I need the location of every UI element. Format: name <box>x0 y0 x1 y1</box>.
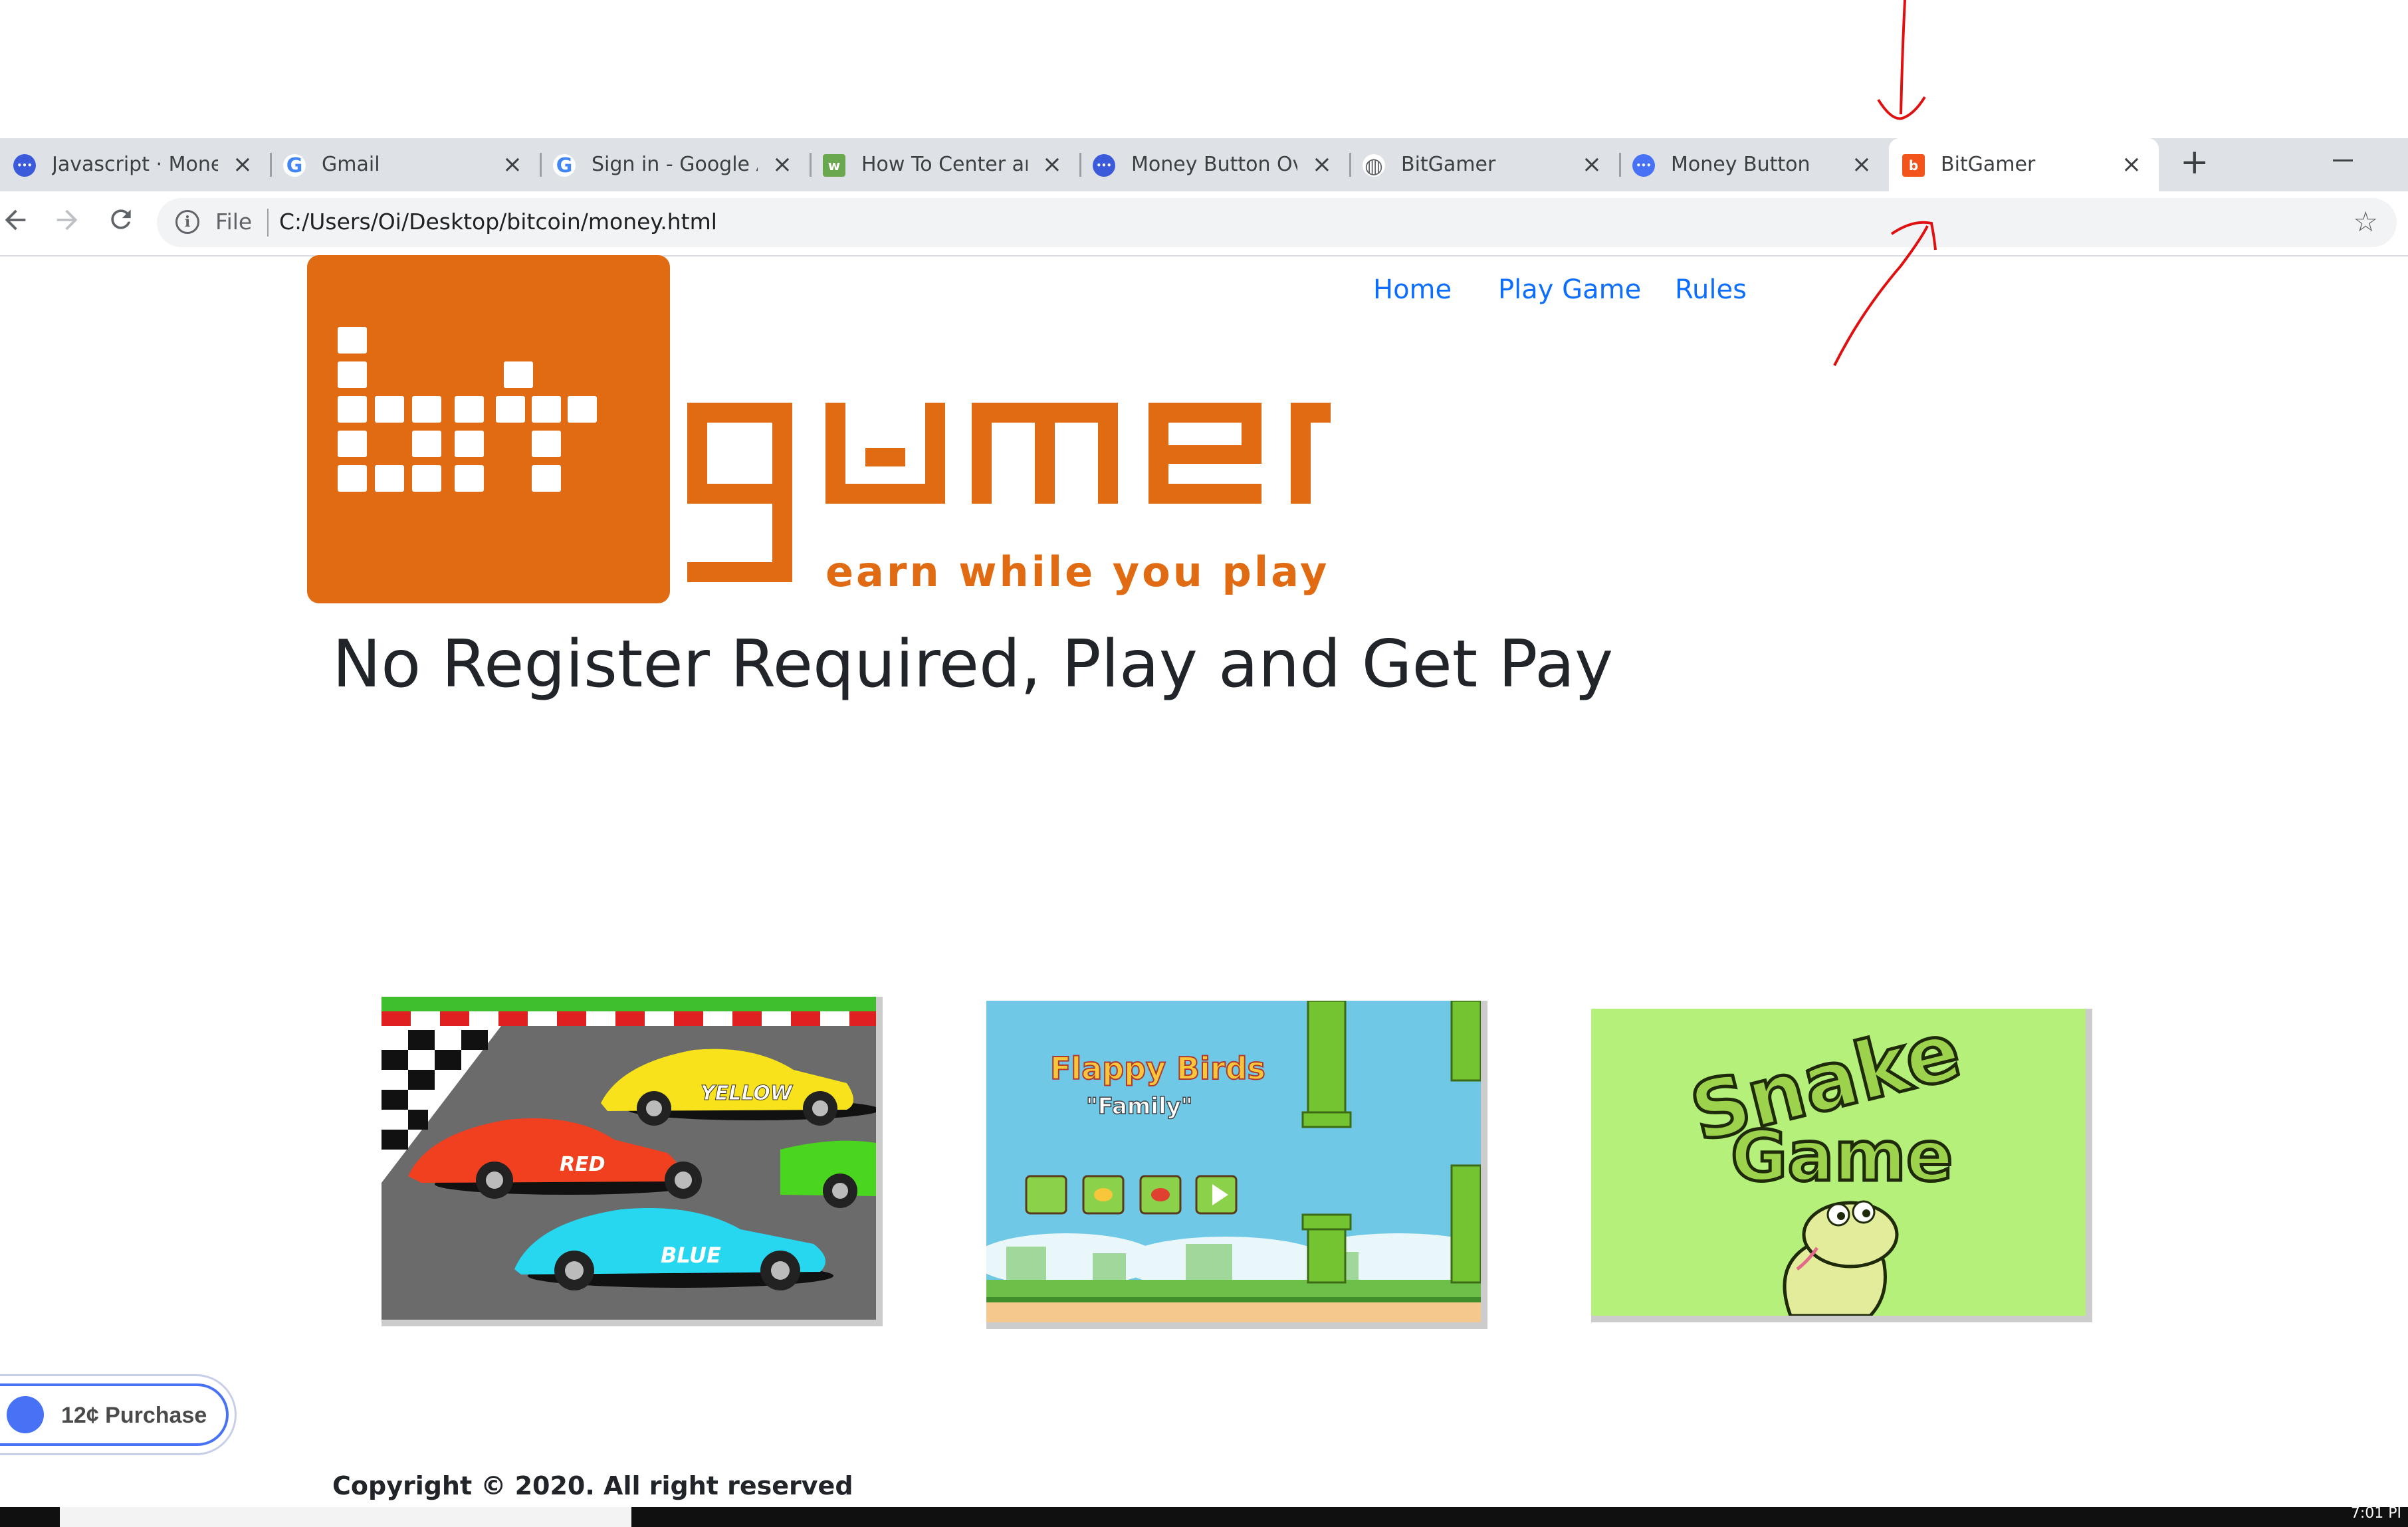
tab-1[interactable]: G Gmail × <box>270 138 540 191</box>
tab-separator <box>270 153 272 177</box>
taskbar: 7:01 PI <box>0 1505 2408 1527</box>
close-icon[interactable]: × <box>1852 150 1872 179</box>
copyright-text: Copyright © 2020. All right reserved <box>332 1471 853 1500</box>
moneybutton-icon <box>7 1396 44 1433</box>
close-icon[interactable]: × <box>1312 150 1332 179</box>
game-card-flappy-birds[interactable]: Flappy Birds "Family" <box>986 1001 1487 1329</box>
scheme-label: File <box>215 209 253 235</box>
minimize-icon[interactable] <box>2333 159 2353 161</box>
tab-title: Sign in - Google A <box>592 153 758 176</box>
tab-2[interactable]: G Sign in - Google A × <box>540 138 810 191</box>
tab-title: Money Button Ove <box>1131 153 1297 176</box>
annotation-arrow-down <box>1877 0 1926 120</box>
tab-separator <box>1619 153 1621 177</box>
close-icon[interactable]: × <box>502 150 522 179</box>
game-card-car-racing[interactable]: YELLOW RED BLUE <box>382 997 883 1326</box>
tab-separator <box>540 153 542 177</box>
url-text[interactable]: C:/Users/Oi/Desktop/bitcoin/money.html <box>279 209 717 235</box>
browser-toolbar: i File C:/Users/Oi/Desktop/bitcoin/money… <box>0 191 2408 256</box>
close-icon[interactable]: × <box>233 150 253 179</box>
purchase-button[interactable]: 12¢ Purchase <box>0 1383 229 1446</box>
arrow-left-icon <box>5 209 26 231</box>
tab-title: Gmail <box>322 153 380 176</box>
google-icon: G <box>553 154 576 177</box>
w3schools-icon: w <box>823 154 845 177</box>
google-icon: G <box>283 154 306 177</box>
moneybutton-icon: ••• <box>1632 154 1655 177</box>
nav-rules-link[interactable]: Rules <box>1675 271 1747 308</box>
forward-button[interactable] <box>52 205 82 245</box>
nav-home-link[interactable]: Home <box>1373 271 1452 308</box>
close-icon[interactable]: × <box>2122 150 2141 179</box>
snake-title-line2: Game <box>1731 1116 1953 1197</box>
tab-title: Javascript · Money <box>52 153 218 176</box>
taskbar-search-box[interactable] <box>60 1507 631 1527</box>
globe-icon: ◍ <box>1363 153 1385 178</box>
tab-title: How To Center an <box>861 153 1028 176</box>
page-headline: No Register Required, Play and Get Pay <box>332 627 1614 702</box>
tab-5[interactable]: ◍ BitGamer × <box>1349 138 1619 191</box>
arrow-right-icon <box>56 209 78 231</box>
tab-strip: ••• Javascript · Money × G Gmail × G Sign in - … <box>0 138 2408 191</box>
car-label-yellow: YELLOW <box>701 1082 794 1105</box>
car-label-red: RED <box>560 1153 605 1176</box>
purchase-button-label: 12¢ Purchase <box>61 1403 207 1428</box>
tab-separator <box>1079 153 1081 177</box>
reload-button[interactable] <box>106 205 136 243</box>
tab-title: BitGamer <box>1941 153 2036 176</box>
game-card-snake-game[interactable]: Snake Game <box>1591 1009 2092 1322</box>
close-icon[interactable]: × <box>1042 150 1062 179</box>
star-icon[interactable]: ☆ <box>2353 206 2378 238</box>
car-label-blue: BLUE <box>661 1243 721 1268</box>
moneybutton-icon: ••• <box>13 154 36 177</box>
flappy-subtitle: "Family" <box>1086 1093 1193 1120</box>
bitgamer-logo[interactable]: earn while you play <box>307 255 1331 603</box>
close-icon[interactable]: × <box>1582 150 1602 179</box>
bitgamer-icon: b <box>1902 154 1925 177</box>
new-tab-button[interactable]: + <box>2180 142 2209 182</box>
tab-3[interactable]: w How To Center an × <box>810 138 1079 191</box>
tab-title: BitGamer <box>1401 153 1496 176</box>
tab-7[interactable]: b BitGamer × <box>1889 138 2159 191</box>
logo-tagline: earn while you play <box>825 548 1329 596</box>
reload-icon <box>111 209 131 229</box>
back-button[interactable] <box>0 205 31 245</box>
flappy-title: Flappy Birds <box>1050 1051 1265 1086</box>
tab-4[interactable]: ••• Money Button Ove × <box>1079 138 1349 191</box>
info-icon[interactable]: i <box>175 210 199 234</box>
tab-title: Money Button <box>1671 153 1810 176</box>
tab-6[interactable]: ••• Money Button × <box>1619 138 1889 191</box>
moneybutton-icon: ••• <box>1093 154 1115 177</box>
address-bar[interactable]: i File C:/Users/Oi/Desktop/bitcoin/money… <box>157 198 2397 247</box>
tab-0[interactable]: ••• Javascript · Money × <box>0 138 270 191</box>
omnibox-divider <box>267 209 269 237</box>
nav-play-game-link[interactable]: Play Game <box>1498 271 1641 308</box>
tab-separator <box>1349 153 1351 177</box>
tab-separator <box>810 153 812 177</box>
close-icon[interactable]: × <box>772 150 792 179</box>
taskbar-clock: 7:01 PI <box>2350 1505 2401 1522</box>
